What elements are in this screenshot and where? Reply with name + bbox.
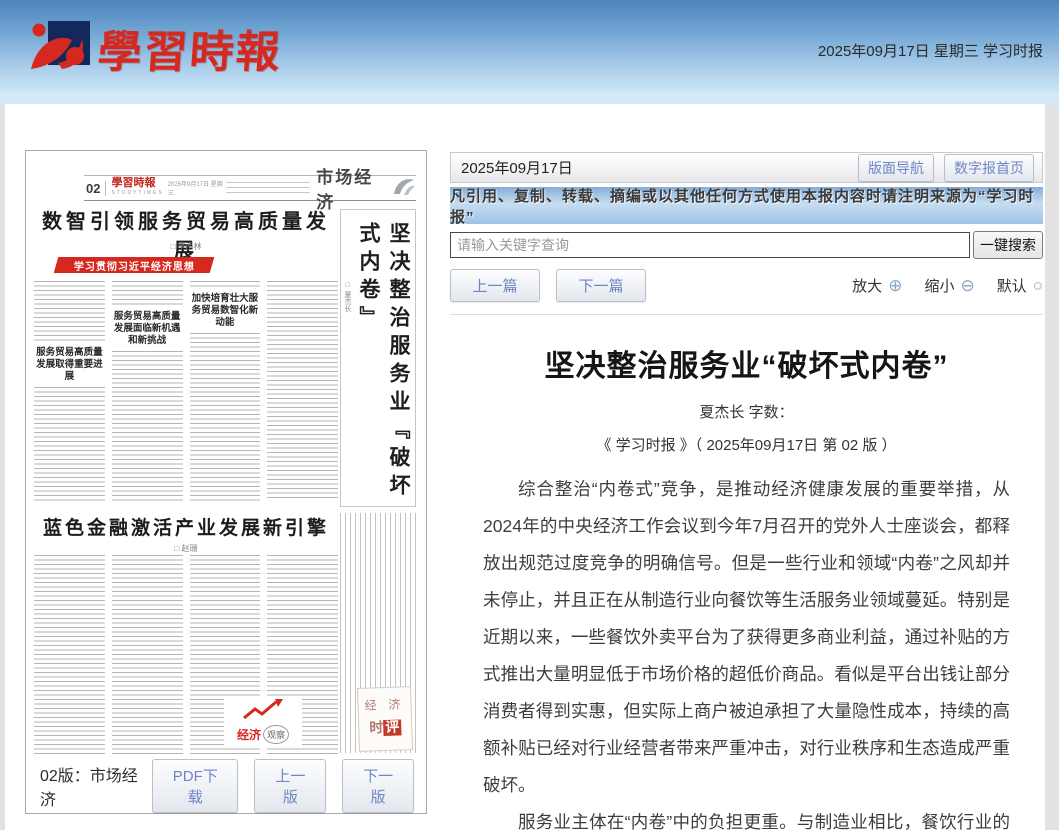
search-input[interactable] <box>450 232 970 258</box>
next-page-button[interactable]: 下一版 <box>342 759 414 813</box>
newspaper-page-image[interactable]: 02 學習時報 STUDYTIMES 2025年9月17日 星期三 市场经济 <box>26 151 426 763</box>
zoom-default-label[interactable]: 默认 <box>997 275 1027 296</box>
pdf-download-button[interactable]: PDF下载 <box>152 759 238 813</box>
paper-masthead-sub: STUDYTIMES <box>111 188 163 198</box>
paper-page-number: 02 <box>84 181 106 196</box>
search-bar: 一键搜索 <box>450 231 1043 259</box>
economy-review-stamp: 经 济 时评 <box>357 686 413 752</box>
prev-article-button[interactable]: 上一篇 <box>450 269 540 302</box>
paper-vertical-article-box[interactable]: □ 夏杰长 坚决整治服务业『破坏式内卷』 <box>340 209 416 507</box>
header-divider <box>0 96 1059 104</box>
paper-article1-columns: 服务贸易高质量发展取得重要进展 服务贸易高质量发展面临新机遇和新挑战 加快培育壮… <box>34 281 338 501</box>
zoom-controls: 放大 ⊕ 缩小 ⊖ 默认 ○ <box>852 275 1043 296</box>
article-body: 综合整治“内卷式”竞争，是推动经济健康发展的重要举措，从2024年的中央经济工作… <box>483 471 1010 830</box>
economy-watch-circle-label: 观察 <box>263 725 289 744</box>
content-area: 02 學習時報 STUDYTIMES 2025年9月17日 星期三 市场经济 <box>5 104 1045 830</box>
article-paragraph: 综合整治“内卷式”竞争，是推动经济健康发展的重要举措，从2024年的中央经济工作… <box>483 471 1010 804</box>
current-page-label: 02版：市场经济 <box>40 762 152 810</box>
page: 學習時報 2025年09月17日 星期三 学习时报 02 學習時報 STUDYT… <box>0 0 1059 830</box>
article-paragraph: 服务业主体在“内卷”中的负担更重。与制造业相比，餐饮行业的商户在面对“内卷式”竞… <box>483 804 1010 830</box>
next-article-button[interactable]: 下一篇 <box>556 269 646 302</box>
article-source: 《 学习时报 》（ 2025年09月17日 第 02 版 ） <box>483 434 1010 455</box>
section-logo-icon <box>392 176 416 201</box>
issue-date: 2025年09月17日 <box>461 157 573 178</box>
paper-masthead: 02 學習時報 STUDYTIMES 2025年9月17日 星期三 市场经济 <box>84 175 416 201</box>
economy-watch-label: 经济 <box>237 726 261 743</box>
page-preview-panel: 02 學習時報 STUDYTIMES 2025年9月17日 星期三 市场经济 <box>25 150 427 814</box>
paper-subhead-2: 服务贸易高质量发展面临新机遇和新挑战 <box>112 311 183 347</box>
paper-headline-2[interactable]: 蓝色金融激活产业发展新引擎 <box>34 513 338 540</box>
site-header: 學習時報 2025年09月17日 星期三 学习时报 <box>0 0 1059 96</box>
zoom-in-label[interactable]: 放大 <box>852 275 882 296</box>
economy-watch-arrow-icon <box>242 698 284 725</box>
site-logo-text: 學習時報 <box>96 16 284 80</box>
paper-author-2: □ 赵珊 <box>34 543 338 554</box>
article-toolbar: 上一篇 下一篇 放大 ⊕ 缩小 ⊖ 默认 ○ <box>450 269 1043 315</box>
article-content: 坚决整治服务业“破坏式内卷” 夏杰长 字数： 《 学习时报 》（ 2025年09… <box>483 341 1010 830</box>
zoom-in-icon[interactable]: ⊕ <box>888 277 902 294</box>
economy-watch-logo: 经济 观察 <box>224 697 302 745</box>
copyright-notice-banner: 凡引用、复制、转载、摘编或以其他任何方式使用本报内容时请注明来源为“学习时报” <box>450 187 1043 224</box>
prev-page-button[interactable]: 上一版 <box>254 759 326 813</box>
paper-subhead-3: 加快培育壮大服务贸易数智化新动能 <box>190 293 261 329</box>
article-title: 坚决整治服务业“破坏式内卷” <box>483 341 1010 385</box>
zoom-default-icon[interactable]: ○ <box>1033 277 1043 294</box>
zoom-out-label[interactable]: 缩小 <box>924 275 954 296</box>
site-logo[interactable]: 學習時報 <box>28 16 282 80</box>
zoom-out-icon[interactable]: ⊖ <box>960 277 974 294</box>
layout-navigation-button[interactable]: 版面导航 <box>858 154 934 182</box>
paper-masthead-logo: 學習時報 STUDYTIMES <box>106 178 163 198</box>
paper-masthead-date: 2025年9月17日 星期三 <box>168 176 226 197</box>
date-bar: 2025年09月17日 版面导航 数字报首页 <box>450 152 1043 183</box>
paper-subhead-1: 服务贸易高质量发展取得重要进展 <box>34 347 105 383</box>
paper-author-1: □ 李西林 <box>34 241 338 252</box>
paper-headline-1[interactable]: 数智引领服务贸易高质量发展 <box>34 205 338 263</box>
article-byline: 夏杰长 字数： <box>483 401 1010 422</box>
paper-vertical-title: 坚决整治服务业『破坏式内卷』 <box>354 222 414 506</box>
article-panel: 2025年09月17日 版面导航 数字报首页 凡引用、复制、转载、摘编或以其他任… <box>450 152 1043 830</box>
search-button[interactable]: 一键搜索 <box>973 231 1043 259</box>
paper-editor-info <box>226 182 310 194</box>
page-preview-footer: 02版：市场经济 PDF下载 上一版 下一版 <box>40 769 414 803</box>
digital-paper-home-button[interactable]: 数字报首页 <box>944 154 1034 182</box>
paper-vertical-author: □ 夏杰长 <box>342 282 352 506</box>
paper-theme-banner: 学习贯彻习近平经济思想 <box>54 257 215 273</box>
header-date-info: 2025年09月17日 星期三 学习时报 <box>818 40 1043 61</box>
newspaper-logo-icon <box>28 17 92 80</box>
